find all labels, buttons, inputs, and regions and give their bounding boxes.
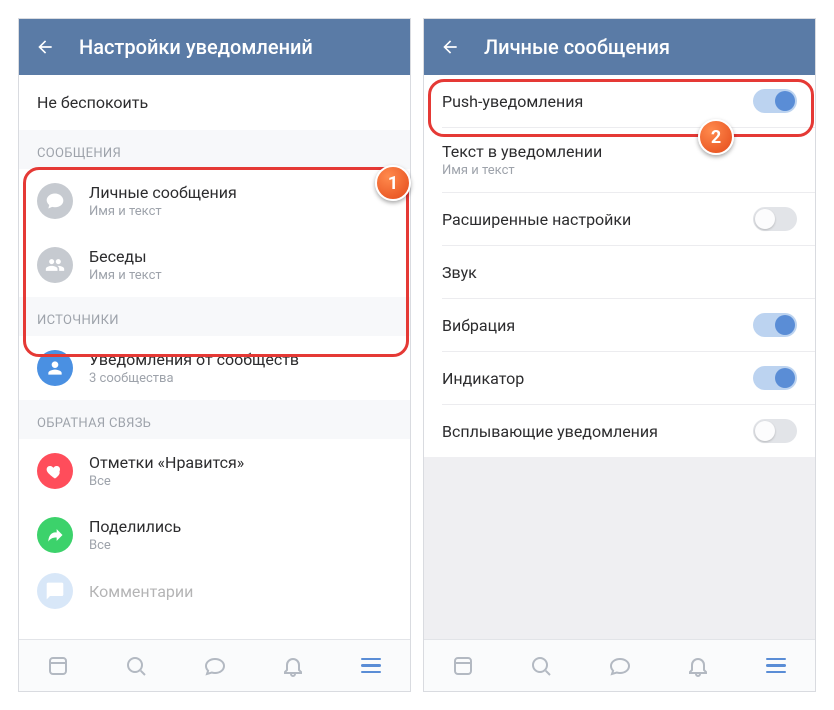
section-feedback: ОБРАТНАЯ СВЯЗЬ xyxy=(19,400,410,439)
group-icon xyxy=(37,247,73,283)
heart-icon xyxy=(37,453,73,489)
toggle-indicator[interactable] xyxy=(753,366,797,390)
nav-search-icon[interactable] xyxy=(502,640,580,691)
nav-news-icon[interactable] xyxy=(19,640,97,691)
section-messages: СООБЩЕНИЯ xyxy=(19,130,410,169)
row-popup[interactable]: Всплывающие уведомления xyxy=(424,405,815,457)
comments-title: Комментарии xyxy=(89,582,392,601)
shares-sub: Все xyxy=(89,538,392,553)
nav-news-icon[interactable] xyxy=(424,640,502,691)
personal-title: Личные сообщения xyxy=(89,183,392,202)
personal-sub: Имя и текст xyxy=(89,204,392,219)
nav-notifications-icon[interactable] xyxy=(659,640,737,691)
row-indicator[interactable]: Индикатор xyxy=(424,352,815,404)
popup-title: Всплывающие уведомления xyxy=(442,422,737,441)
appbar-title: Личные сообщения xyxy=(484,35,670,59)
content-left: Не беспокоить СООБЩЕНИЯ Личные сообщения… xyxy=(19,75,410,639)
phone-right: Личные сообщения Push-уведомления Текст … xyxy=(423,18,816,692)
dnd-label: Не беспокоить xyxy=(37,93,148,112)
row-text-in-notif[interactable]: Текст в уведомлении Имя и текст xyxy=(424,128,815,192)
appbar-left: Настройки уведомлений xyxy=(19,19,410,75)
chat-bubble-icon xyxy=(37,183,73,219)
community-icon xyxy=(37,350,73,386)
back-icon[interactable] xyxy=(440,37,460,57)
row-sound[interactable]: Звук xyxy=(424,246,815,298)
row-vibration[interactable]: Вибрация xyxy=(424,299,815,351)
text-sub: Имя и текст xyxy=(442,163,797,178)
row-shares[interactable]: Поделились Все xyxy=(19,503,410,567)
advanced-title: Расширенные настройки xyxy=(442,210,737,229)
toggle-push[interactable] xyxy=(753,89,797,113)
indicator-title: Индикатор xyxy=(442,369,737,388)
text-title: Текст в уведомлении xyxy=(442,142,797,161)
content-right: Push-уведомления Текст в уведомлении Имя… xyxy=(424,75,815,639)
push-title: Push-уведомления xyxy=(442,92,737,111)
appbar-title: Настройки уведомлений xyxy=(79,35,313,59)
toggle-vibration[interactable] xyxy=(753,313,797,337)
row-push[interactable]: Push-уведомления xyxy=(424,75,815,127)
row-comments[interactable]: Комментарии xyxy=(19,567,410,609)
empty-area xyxy=(424,457,815,639)
nav-messages-icon[interactable] xyxy=(580,640,658,691)
share-icon xyxy=(37,517,73,553)
appbar-right: Личные сообщения xyxy=(424,19,815,75)
chats-title: Беседы xyxy=(89,247,392,266)
likes-sub: Все xyxy=(89,474,392,489)
nav-messages-icon[interactable] xyxy=(175,640,253,691)
back-icon[interactable] xyxy=(35,37,55,57)
communities-title: Уведомления от сообществ xyxy=(89,350,392,369)
phone-left: Настройки уведомлений Не беспокоить СООБ… xyxy=(18,18,411,692)
row-personal-messages[interactable]: Личные сообщения Имя и текст xyxy=(19,169,410,233)
bottom-nav-right xyxy=(424,639,815,691)
bottom-nav-left xyxy=(19,639,410,691)
sound-title: Звук xyxy=(442,263,797,282)
communities-sub: 3 сообщества xyxy=(89,371,392,386)
toggle-popup[interactable] xyxy=(753,419,797,443)
row-advanced[interactable]: Расширенные настройки xyxy=(424,193,815,245)
row-communities[interactable]: Уведомления от сообществ 3 сообщества xyxy=(19,336,410,400)
shares-title: Поделились xyxy=(89,517,392,536)
nav-notifications-icon[interactable] xyxy=(254,640,332,691)
row-chats[interactable]: Беседы Имя и текст xyxy=(19,233,410,297)
vibration-title: Вибрация xyxy=(442,316,737,335)
badge-1: 1 xyxy=(375,165,411,201)
section-sources: ИСТОЧНИКИ xyxy=(19,297,410,336)
badge-2: 2 xyxy=(698,119,734,155)
row-likes[interactable]: Отметки «Нравится» Все xyxy=(19,439,410,503)
row-do-not-disturb[interactable]: Не беспокоить xyxy=(19,75,410,130)
chats-sub: Имя и текст xyxy=(89,268,392,283)
comment-icon xyxy=(37,573,73,609)
likes-title: Отметки «Нравится» xyxy=(89,453,392,472)
nav-search-icon[interactable] xyxy=(97,640,175,691)
toggle-advanced[interactable] xyxy=(753,207,797,231)
nav-menu-icon[interactable] xyxy=(737,640,815,691)
nav-menu-icon[interactable] xyxy=(332,640,410,691)
